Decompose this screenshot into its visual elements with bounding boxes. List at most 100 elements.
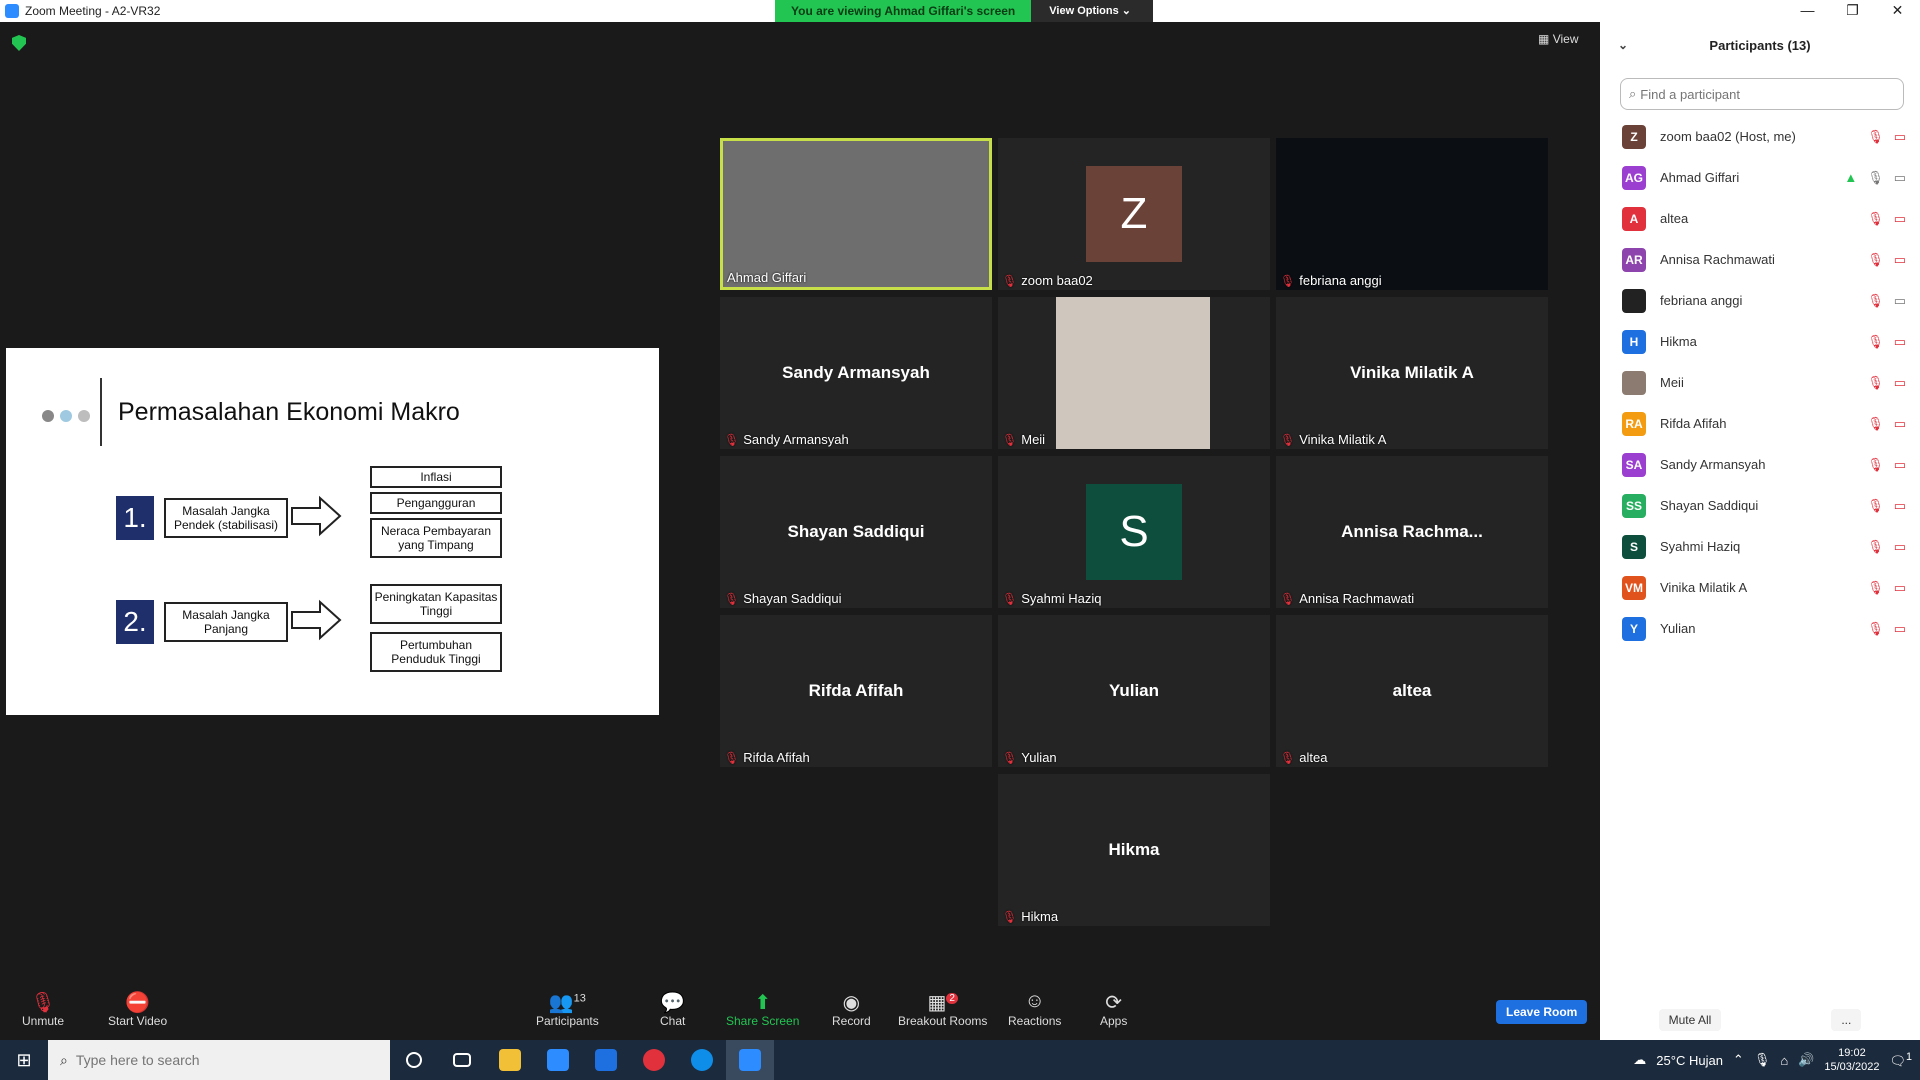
participant-row[interactable]: H Hikma 🎙 ▭ <box>1600 321 1920 362</box>
participant-row[interactable]: VM Vinika Milatik A 🎙 ▭ <box>1600 567 1920 608</box>
item1-number: 1. <box>116 496 154 540</box>
mail-icon[interactable] <box>582 1040 630 1080</box>
restore-button[interactable]: ❐ <box>1830 0 1875 22</box>
slide-divider <box>100 378 102 446</box>
mute-all-button[interactable]: Mute All <box>1658 1009 1722 1031</box>
teamviewer-icon[interactable] <box>678 1040 726 1080</box>
video-off-icon: ⛔ <box>125 992 151 1014</box>
participant-row[interactable]: Meii 🎙 ▭ <box>1600 362 1920 403</box>
slide-dots <box>42 410 90 422</box>
record-button[interactable]: ◉ Record <box>832 990 871 1028</box>
participant-row[interactable]: febriana anggi 🎙 ▭ <box>1600 280 1920 321</box>
video-tile[interactable]: 🎙 Meii <box>998 297 1270 449</box>
volume-icon[interactable]: 🔊 <box>1798 1052 1814 1068</box>
item1-label-box: Masalah Jangka Pendek (stabilisasi) <box>164 498 288 538</box>
share-screen-icon: ⬆ <box>754 992 772 1014</box>
reactions-button[interactable]: ☺ Reactions <box>1008 990 1061 1028</box>
encryption-shield-icon[interactable] <box>12 35 26 51</box>
video-tile[interactable]: Annisa Rachma... 🎙 Annisa Rachmawati <box>1276 456 1548 608</box>
tile-name-label: 🎙 Yulian <box>1002 750 1057 765</box>
video-tile[interactable]: Vinika Milatik A 🎙 Vinika Milatik A <box>1276 297 1548 449</box>
participant-search[interactable]: ⌕ <box>1620 78 1904 110</box>
chat-button[interactable]: 💬 Chat <box>660 990 685 1028</box>
item1-arrow <box>291 495 342 537</box>
participant-name: Vinika Milatik A <box>1660 580 1748 595</box>
close-button[interactable]: ✕ <box>1875 0 1920 22</box>
video-tile[interactable]: Z 🎙 zoom baa02 <box>998 138 1270 290</box>
video-tile[interactable]: Ahmad Giffari <box>720 138 992 290</box>
breakout-rooms-button[interactable]: ▦ 2 Breakout Rooms <box>898 990 987 1028</box>
participant-search-input[interactable] <box>1640 86 1871 102</box>
participant-video <box>1056 297 1210 449</box>
mic-muted-icon: 🎙 <box>1867 210 1884 226</box>
taskbar-search-input[interactable] <box>75 1052 257 1068</box>
more-options-button[interactable]: ... <box>1831 1009 1862 1031</box>
participant-list: Zzoom baa02 (Host, me) 🎙 ▭ AG Ahmad Giffari ▲… <box>1600 116 1920 649</box>
file-explorer-icon[interactable] <box>486 1040 534 1080</box>
participant-name: Hikma <box>1660 334 1697 349</box>
share-screen-button[interactable]: ⬆ Share Screen <box>726 990 799 1028</box>
participants-button[interactable]: 👥13 Participants <box>536 990 599 1028</box>
video-tile[interactable]: 🎙 febriana anggi <box>1276 138 1548 290</box>
participants-header: ⌄ Participants (13) <box>1600 22 1920 68</box>
collapse-chevron-icon[interactable]: ⌄ <box>1618 38 1628 52</box>
participant-status-icons: 🎙 ▭ <box>1867 416 1906 432</box>
view-button[interactable]: ▦ View <box>1538 32 1578 46</box>
participant-row[interactable]: Zzoom baa02 (Host, me) 🎙 ▭ <box>1600 116 1920 157</box>
windows-start-icon[interactable]: ⊞ <box>0 1040 48 1080</box>
video-tile[interactable]: Rifda Afifah 🎙 Rifda Afifah <box>720 615 992 767</box>
participant-row[interactable]: Aaltea 🎙 ▭ <box>1600 198 1920 239</box>
view-options-button[interactable]: View Options ⌄ <box>1031 0 1154 22</box>
store-icon[interactable] <box>534 1040 582 1080</box>
participant-row[interactable]: RA Rifda Afifah 🎙 ▭ <box>1600 403 1920 444</box>
task-view-icon[interactable] <box>438 1040 486 1080</box>
video-tile[interactable]: Sandy Armansyah 🎙 Sandy Armansyah <box>720 297 992 449</box>
mic-icon: 🎙 <box>1867 169 1884 185</box>
weather-icon: ☁ <box>1633 1052 1647 1067</box>
zoom-taskbar-icon[interactable] <box>726 1040 774 1080</box>
notification-icon[interactable]: 🗨1 <box>1889 1051 1912 1069</box>
participant-row[interactable]: SA Sandy Armansyah 🎙 ▭ <box>1600 444 1920 485</box>
video-tile[interactable]: Yulian 🎙 Yulian <box>998 615 1270 767</box>
meeting-area: ▦ View Permasalahan Ekonomi Makro 1. Mas… <box>0 22 1600 982</box>
tile-name-label: 🎙 Syahmi Haziq <box>1002 591 1101 606</box>
leave-room-button[interactable]: Leave Room <box>1496 1000 1588 1024</box>
participant-row[interactable]: AR Annisa Rachmawati 🎙 ▭ <box>1600 239 1920 280</box>
participant-row[interactable]: AG Ahmad Giffari ▲ 🎙 ▭ <box>1600 157 1920 198</box>
mic-muted-icon: 🎙 <box>724 750 740 765</box>
tile-name: Annisa Rachmawati <box>1299 591 1415 606</box>
mic-muted-icon: 🎙 <box>1280 750 1296 765</box>
mic-muted-icon: 🎙 <box>724 591 740 606</box>
video-tile[interactable]: Shayan Saddiqui 🎙 Shayan Saddiqui <box>720 456 992 608</box>
participant-row[interactable]: SS Shayan Saddiqui 🎙 ▭ <box>1600 485 1920 526</box>
cortana-icon[interactable] <box>390 1040 438 1080</box>
start-video-label: Start Video <box>108 1014 168 1028</box>
participants-label: Participants <box>536 1014 599 1028</box>
taskbar-search[interactable]: ⌕ <box>48 1040 390 1080</box>
participant-avatar: H <box>1622 329 1646 354</box>
minimize-button[interactable]: — <box>1785 0 1830 22</box>
participant-row[interactable]: S Syahmi Haziq 🎙 ▭ <box>1600 526 1920 567</box>
participant-row[interactable]: Y Yulian 🎙 ▭ <box>1600 608 1920 649</box>
network-icon[interactable]: ⌂ <box>1780 1053 1788 1068</box>
video-tile[interactable]: altea 🎙 altea <box>1276 615 1548 767</box>
chrome-icon[interactable] <box>630 1040 678 1080</box>
participant-status-icons: 🎙 ▭ <box>1867 252 1906 268</box>
video-tile[interactable]: Hikma 🎙 Hikma <box>998 774 1270 926</box>
share-screen-label: Share Screen <box>726 1014 800 1028</box>
participant-avatar: VM <box>1622 575 1646 600</box>
chat-label: Chat <box>660 1014 686 1028</box>
tile-name-label: 🎙 Hikma <box>1002 909 1058 924</box>
unmute-button[interactable]: 🎙 Unmute <box>22 990 64 1028</box>
video-tile[interactable]: S 🎙 Syahmi Haziq <box>998 456 1270 608</box>
participant-status-icons: 🎙 ▭ <box>1867 457 1906 473</box>
taskbar-clock[interactable]: 19:02 15/03/2022 <box>1824 1046 1879 1074</box>
apps-button[interactable]: ⟳ Apps <box>1100 990 1127 1028</box>
search-icon: ⌕ <box>60 1051 68 1068</box>
windows-taskbar: ⊞ ⌕ ☁ 25°C Hujan ⌃ 🎙 ⌂ 🔊 19:02 15/03/202… <box>0 1040 1920 1080</box>
start-video-button[interactable]: ⛔ Start Video <box>108 990 167 1028</box>
weather-text[interactable]: 25°C Hujan <box>1656 1053 1723 1068</box>
participant-avatar: AR <box>1622 247 1646 272</box>
viewing-banner: You are viewing Ahmad Giffari's screen <box>775 0 1032 22</box>
tray-chevron-icon[interactable]: ⌃ <box>1733 1052 1744 1068</box>
